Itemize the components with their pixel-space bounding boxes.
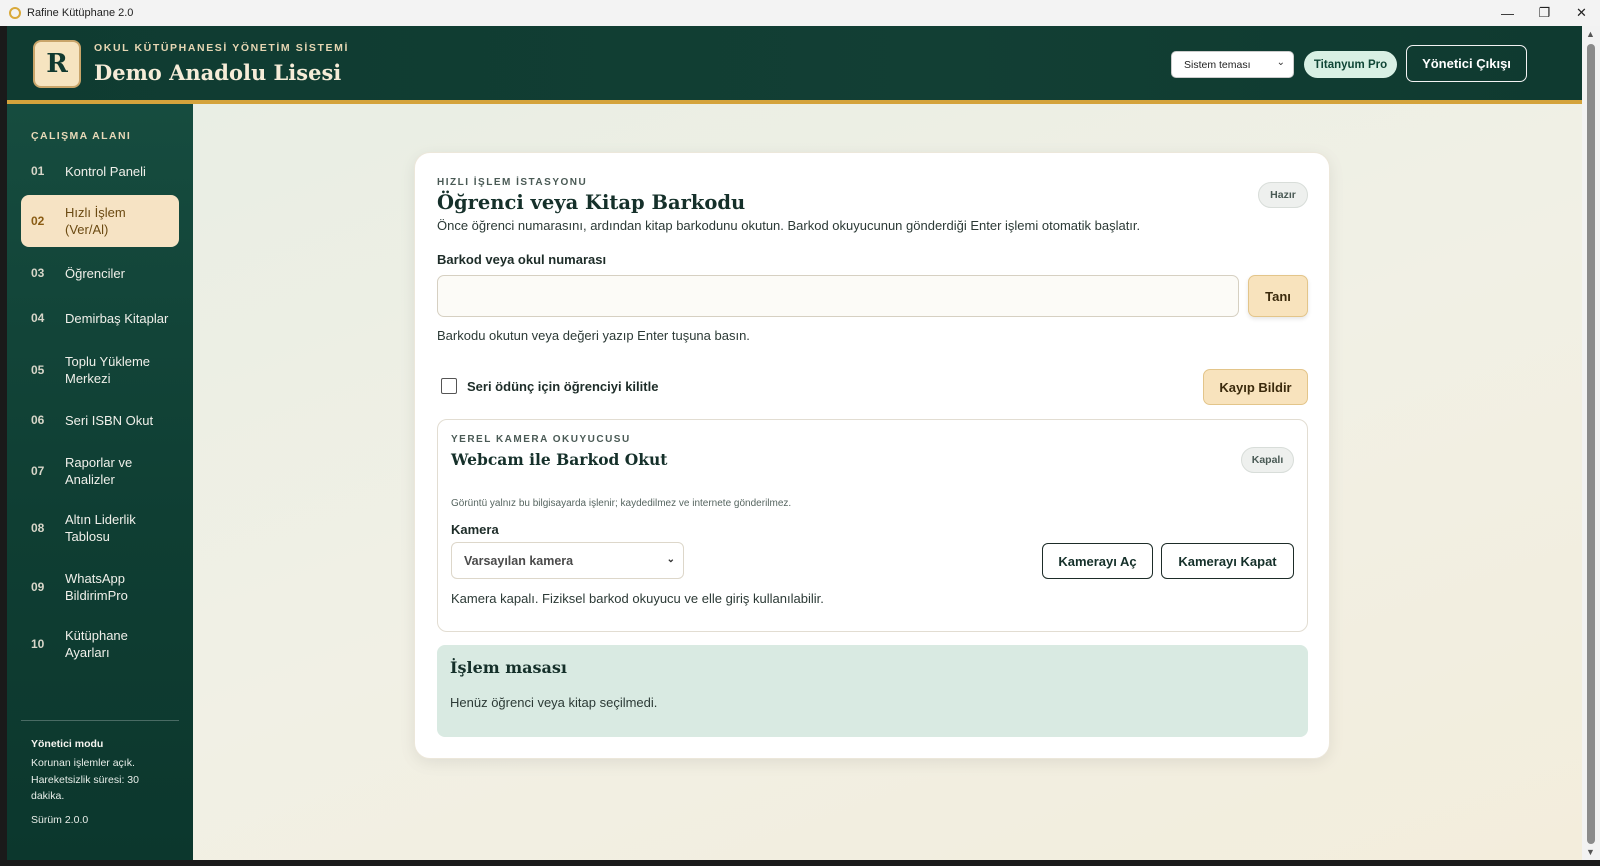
transaction-desk: İşlem masası Henüz öğrenci veya kitap se… <box>437 645 1308 737</box>
app-logo: R <box>33 40 81 88</box>
nav-number: 03 <box>31 266 45 280</box>
main-content: HIZLI İŞLEM İSTASYONU Öğrenci veya Kitap… <box>193 104 1582 860</box>
nav-label: Kütüphane Ayarları <box>65 628 128 660</box>
barcode-input[interactable] <box>437 275 1239 317</box>
nav-label: Raporlar ve Analizler <box>65 455 133 487</box>
recognize-button[interactable]: Tanı <box>1248 275 1308 317</box>
admin-mode-description: Korunan işlemler açık. Hareketsizlik sür… <box>31 757 139 802</box>
nav-label: Seri ISBN Okut <box>65 412 154 428</box>
camera-status-text: Kamera kapalı. Fiziksel barkod okuyucu v… <box>451 591 824 606</box>
app-root: R OKUL KÜTÜPHANESİ YÖNETİM SİSTEMİ Demo … <box>7 26 1582 860</box>
camera-panel: YEREL KAMERA OKUYUCUSU Webcam ile Barkod… <box>437 419 1308 632</box>
nav-number: 10 <box>31 637 45 651</box>
scroll-up-icon[interactable]: ▲ <box>1586 29 1595 39</box>
station-intro: Önce öğrenci numarasını, ardından kitap … <box>437 218 1141 233</box>
sidebar-item-ogrenciler[interactable]: 03 Öğrenciler <box>21 254 179 292</box>
camera-eyebrow: YEREL KAMERA OKUYUCUSU <box>451 434 631 445</box>
camera-title: Webcam ile Barkod Okut <box>451 450 668 469</box>
minimize-icon[interactable]: — <box>1489 0 1526 26</box>
sidebar-item-toplu-yukleme[interactable]: 05 Toplu Yükleme Merkezi <box>21 344 179 396</box>
sidebar-item-whatsapp[interactable]: 09 WhatsApp BildirimPro <box>21 561 179 613</box>
barcode-field-label: Barkod veya okul numarası <box>437 252 607 267</box>
nav-label: Öğrenciler <box>65 265 125 281</box>
close-icon[interactable]: ✕ <box>1563 0 1600 26</box>
sidebar-item-kontrol-paneli[interactable]: 01 Kontrol Paneli <box>21 152 179 190</box>
sidebar-item-demirbas-kitaplar[interactable]: 04 Demirbaş Kitaplar <box>21 299 179 337</box>
station-title: Öğrenci veya Kitap Barkodu <box>437 191 746 214</box>
pro-badge[interactable]: Titanyum Pro <box>1304 51 1397 78</box>
nav-label: WhatsApp BildirimPro <box>65 571 128 603</box>
window-title: Rafine Kütüphane 2.0 <box>27 7 134 19</box>
sidebar-divider <box>21 720 179 721</box>
app-header: R OKUL KÜTÜPHANESİ YÖNETİM SİSTEMİ Demo … <box>7 26 1582 104</box>
station-status-badge: Hazır <box>1258 182 1308 208</box>
chevron-down-icon: ⌄ <box>1276 57 1285 68</box>
sidebar-item-ayarlar[interactable]: 10 Kütüphane Ayarları <box>21 618 179 670</box>
theme-select[interactable]: Sistem teması ⌄ <box>1171 51 1294 78</box>
open-camera-button[interactable]: Kamerayı Aç <box>1042 543 1153 579</box>
desk-message: Henüz öğrenci veya kitap seçilmedi. <box>450 695 658 710</box>
report-lost-button[interactable]: Kayıp Bildir <box>1203 369 1308 405</box>
station-eyebrow: HIZLI İŞLEM İSTASYONU <box>437 177 588 188</box>
app-icon <box>9 7 21 19</box>
nav-label: Altın Liderlik Tablosu <box>65 512 136 544</box>
nav-number: 06 <box>31 413 45 427</box>
quick-station-card: HIZLI İŞLEM İSTASYONU Öğrenci veya Kitap… <box>414 152 1330 759</box>
scrollbar-thumb[interactable] <box>1587 44 1595 844</box>
nav-label: Hızlı İşlem (Ver/Al) <box>65 205 126 237</box>
logout-button[interactable]: Yönetici Çıkışı <box>1406 45 1527 82</box>
chevron-down-icon: ⌄ <box>666 554 675 565</box>
maximize-icon[interactable]: ❐ <box>1526 0 1563 26</box>
camera-select-label: Kamera <box>451 522 499 537</box>
sidebar-item-seri-isbn[interactable]: 06 Seri ISBN Okut <box>21 401 179 439</box>
nav-label: Demirbaş Kitaplar <box>65 310 169 326</box>
system-subtitle: OKUL KÜTÜPHANESİ YÖNETİM SİSTEMİ <box>94 42 349 54</box>
camera-privacy-note: Görüntü yalnız bu bilgisayarda işlenir; … <box>451 498 792 509</box>
close-camera-button[interactable]: Kamerayı Kapat <box>1161 543 1294 579</box>
sidebar-item-liderlik-tablosu[interactable]: 08 Altın Liderlik Tablosu <box>21 502 179 554</box>
sidebar-section-label: ÇALIŞMA ALANI <box>31 130 132 142</box>
vertical-scrollbar[interactable]: ▲ ▼ <box>1582 26 1600 860</box>
school-name: Demo Anadolu Lisesi <box>94 60 342 85</box>
camera-select[interactable]: Varsayılan kamera ⌄ <box>451 542 684 579</box>
sidebar-item-hizli-islem[interactable]: 02 Hızlı İşlem (Ver/Al) <box>21 195 179 247</box>
nav-number: 09 <box>31 580 45 594</box>
camera-status-badge: Kapalı <box>1241 447 1294 473</box>
scroll-down-icon[interactable]: ▼ <box>1586 847 1595 857</box>
lock-student-row[interactable]: Seri ödünç için öğrenciyi kilitle <box>441 378 658 394</box>
nav-label: Toplu Yükleme Merkezi <box>65 354 151 386</box>
admin-mode-title: Yönetici modu <box>31 738 104 750</box>
lock-student-label[interactable]: Seri ödünç için öğrenciyi kilitle <box>467 379 658 394</box>
desk-title: İşlem masası <box>450 658 568 677</box>
window-controls: — ❐ ✕ <box>1489 0 1600 26</box>
nav-number: 05 <box>31 363 45 377</box>
sidebar-item-raporlar[interactable]: 07 Raporlar ve Analizler <box>21 445 179 497</box>
app-version: Sürüm 2.0.0 <box>31 814 89 826</box>
theme-select-value: Sistem teması <box>1184 58 1251 71</box>
lock-student-checkbox[interactable] <box>441 378 457 394</box>
nav-number: 02 <box>31 214 45 228</box>
nav-number: 01 <box>31 164 45 178</box>
nav-number: 07 <box>31 464 45 478</box>
sidebar: ÇALIŞMA ALANI 01 Kontrol Paneli 02 Hızlı… <box>7 104 193 860</box>
barcode-hint: Barkodu okutun veya değeri yazıp Enter t… <box>437 328 750 343</box>
nav-number: 04 <box>31 311 45 325</box>
camera-select-value: Varsayılan kamera <box>464 553 574 568</box>
nav-label: Kontrol Paneli <box>65 163 146 179</box>
window-titlebar: Rafine Kütüphane 2.0 — ❐ ✕ <box>0 0 1600 26</box>
nav-number: 08 <box>31 521 45 535</box>
